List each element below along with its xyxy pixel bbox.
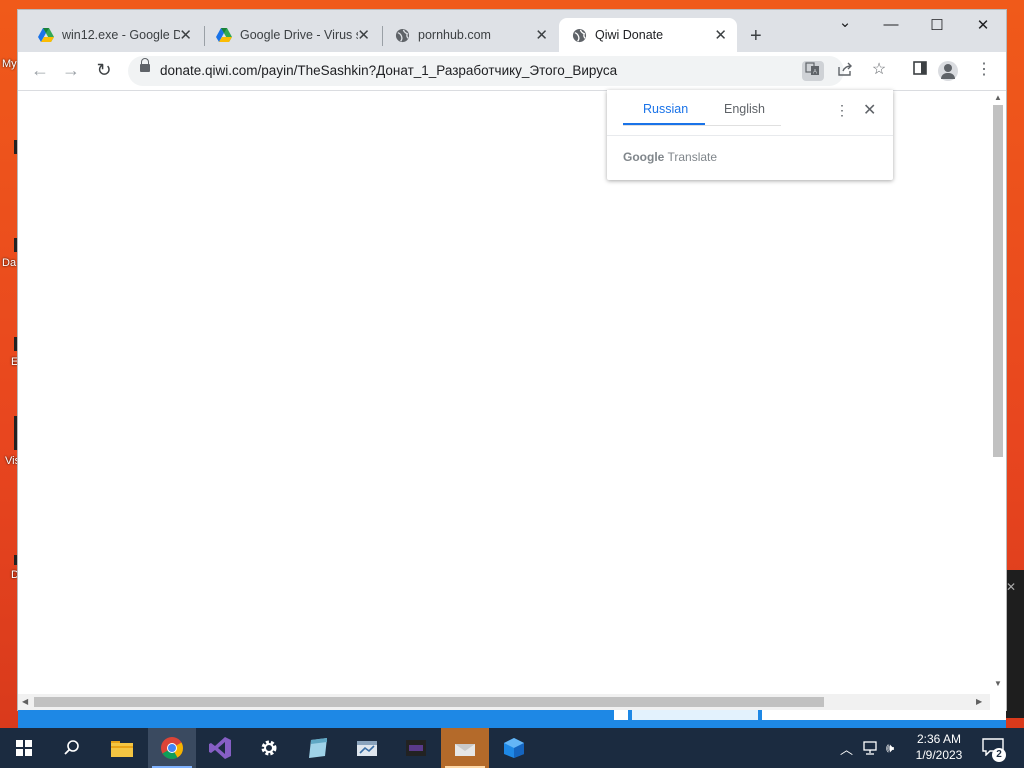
taskbar-app-4[interactable] [441, 728, 489, 768]
google-drive-icon [216, 27, 232, 43]
clock-date: 1/9/2023 [915, 748, 963, 762]
tab-pornhub[interactable]: pornhub.com ✕ [374, 18, 558, 52]
start-button[interactable] [0, 728, 48, 768]
clock-time: 2:36 AM [916, 732, 962, 746]
network-icon[interactable] [863, 728, 879, 768]
tab-search-icon[interactable]: ⌄ [825, 13, 865, 31]
svg-text:A: A [813, 70, 817, 76]
forward-button[interactable]: → [59, 61, 83, 79]
tab-divider [623, 125, 781, 126]
selected-tab-indicator [623, 123, 705, 125]
google-drive-icon [38, 27, 54, 43]
tab-title: Qiwi Donate [595, 28, 664, 42]
gear-icon [261, 740, 277, 756]
globe-icon [394, 27, 410, 43]
taskbar: ︿ 🕪 2:36 AM 1/9/2023 2 [0, 728, 1024, 768]
chrome-icon [161, 737, 183, 759]
tab-title: Google Drive - Virus s [240, 28, 358, 42]
reload-button[interactable]: ↻ [92, 61, 116, 79]
app-window-icon [455, 744, 475, 756]
notification-count-badge: 2 [992, 748, 1006, 762]
scroll-left-icon[interactable]: ◀ [22, 697, 28, 706]
translate-icon[interactable]: A [802, 61, 824, 81]
translate-popup: Russian English ⋮ ✕ Google Translate [607, 90, 893, 180]
google-logo-text: Google [623, 150, 665, 164]
show-hidden-icons-icon[interactable]: ︿ [840, 728, 853, 768]
taskbar-app-1[interactable] [294, 728, 342, 768]
strip-segment [762, 710, 1006, 720]
new-tab-button[interactable]: + [750, 25, 762, 48]
translate-close-icon[interactable]: ✕ [863, 100, 876, 120]
app-window-icon [309, 738, 327, 758]
address-bar[interactable]: donate.qiwi.com/payin/TheSashkin?Донат_1… [128, 56, 852, 86]
cube-app-icon [504, 738, 524, 758]
popup-divider [607, 135, 893, 136]
scroll-up-icon[interactable]: ▲ [994, 93, 1002, 102]
google-translate-branding: Google Translate [623, 150, 717, 164]
scroll-down-icon[interactable]: ▼ [994, 679, 1002, 688]
taskbar-file-explorer[interactable] [98, 728, 146, 768]
taskbar-app-5[interactable] [490, 728, 538, 768]
tab-win12[interactable]: win12.exe - Google Dri ✕ [18, 18, 202, 52]
tab-title: win12.exe - Google Dri [62, 28, 180, 42]
taskbar-visual-studio[interactable] [196, 728, 244, 768]
taskbar-chrome[interactable] [148, 728, 196, 768]
close-tab-icon[interactable]: ✕ [714, 26, 727, 44]
scroll-right-icon[interactable]: ▶ [976, 697, 982, 706]
strip-segment [614, 710, 628, 720]
side-panel-icon[interactable] [909, 61, 931, 80]
url-text[interactable]: donate.qiwi.com/payin/TheSashkin?Донат_1… [160, 63, 617, 78]
background-app-strip[interactable] [18, 710, 1006, 728]
folder-icon [111, 741, 133, 757]
tab-google-drive-virus[interactable]: Google Drive - Virus s ✕ [196, 18, 380, 52]
menu-kebab-icon[interactable]: ⋮ [973, 61, 995, 79]
desktop-icon-label[interactable]: Da [2, 257, 16, 269]
minimize-button[interactable]: — [871, 16, 911, 33]
horizontal-scrollbar[interactable]: ◀ ▶ [18, 694, 990, 710]
windows-logo-icon [16, 740, 32, 756]
bookmark-star-icon[interactable]: ☆ [868, 61, 890, 79]
lock-icon[interactable] [140, 58, 150, 72]
profile-avatar-icon[interactable] [938, 61, 958, 81]
app-window-icon [406, 740, 426, 756]
desktop-icon-label[interactable]: My [2, 58, 17, 70]
volume-icon[interactable]: 🕪 [886, 728, 894, 768]
translate-tab-russian[interactable]: Russian [643, 102, 688, 116]
close-tab-icon[interactable]: ✕ [357, 26, 370, 44]
vertical-scrollbar[interactable]: ▲ ▼ [990, 91, 1006, 693]
page-content [18, 91, 988, 693]
translate-tab-english[interactable]: English [724, 102, 765, 116]
translate-options-icon[interactable]: ⋮ [835, 102, 849, 119]
toolbar: ← → ↻ donate.qiwi.com/payin/TheSashkin?Д… [18, 52, 1006, 91]
close-tab-icon[interactable]: ✕ [535, 26, 548, 44]
taskbar-app-3[interactable] [392, 728, 440, 768]
chrome-window: win12.exe - Google Dri ✕ Google Drive - … [18, 10, 1006, 710]
maximize-button[interactable]: ☐ [917, 16, 957, 34]
horizontal-scroll-thumb[interactable] [34, 697, 824, 707]
tab-strip: win12.exe - Google Dri ✕ Google Drive - … [18, 10, 1006, 52]
search-icon [64, 740, 79, 755]
background-window-close-icon[interactable]: ✕ [1006, 580, 1016, 594]
app-window-icon [357, 741, 377, 756]
close-window-button[interactable]: ✕ [963, 16, 1003, 34]
taskbar-app-2[interactable] [343, 728, 391, 768]
vertical-scroll-thumb[interactable] [993, 105, 1003, 457]
system-clock[interactable]: 2:36 AM 1/9/2023 [904, 731, 974, 763]
translate-label: Translate [667, 150, 718, 164]
tab-title: pornhub.com [418, 28, 491, 42]
close-tab-icon[interactable]: ✕ [179, 26, 192, 44]
strip-segment [632, 710, 758, 720]
back-button[interactable]: ← [28, 61, 52, 79]
taskbar-settings[interactable] [245, 728, 293, 768]
search-button[interactable] [48, 728, 96, 768]
visual-studio-icon [209, 737, 231, 759]
globe-icon [571, 27, 587, 43]
tab-qiwi-donate[interactable]: Qiwi Donate ✕ [559, 18, 737, 52]
share-icon[interactable] [834, 61, 856, 81]
